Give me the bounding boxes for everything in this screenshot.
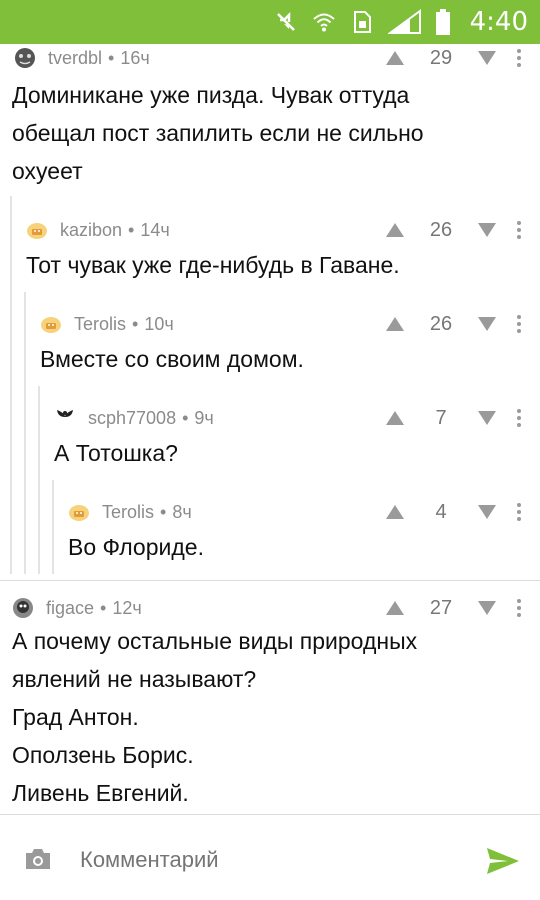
comment-figace[interactable]: figace • 12ч 27 А почему остальные виды … xyxy=(0,594,540,814)
comment-age: 16ч xyxy=(120,47,150,68)
sim-icon xyxy=(350,10,374,34)
downvote-icon[interactable] xyxy=(476,501,498,523)
signal-icon xyxy=(387,9,422,34)
comment-line: Тот чувак уже где-нибудь в Гаване. xyxy=(26,252,400,278)
comment-meta: kazibon • 14ч xyxy=(26,218,170,242)
comment-age: 8ч xyxy=(172,501,192,522)
downvote-icon[interactable] xyxy=(476,47,498,69)
comment-kazibon[interactable]: kazibon • 14ч 26 Тот чувак уже где-нибуд… xyxy=(0,216,540,288)
comment-age: 12ч xyxy=(112,597,142,618)
vote-score: 27 xyxy=(429,596,453,619)
comment-age: 10ч xyxy=(144,313,174,334)
vote-controls: 26 xyxy=(384,218,540,242)
vote-controls: 26 xyxy=(384,312,540,336)
comment-terolis-2[interactable]: Terolis • 8ч 4 Во Флориде. xyxy=(0,498,540,570)
comment-line: охуеет xyxy=(12,158,83,184)
wifi-icon xyxy=(312,10,336,34)
comment-line: Во Флориде. xyxy=(68,534,204,560)
comment-line: Град Антон. xyxy=(12,704,139,730)
more-options-icon[interactable] xyxy=(498,503,540,521)
comment-age: 9ч xyxy=(194,407,214,428)
comment-scph77008[interactable]: scph77008 • 9ч 7 А Тотошка? xyxy=(0,404,540,476)
comment-text: Тот чувак уже где-нибудь в Гаване. xyxy=(26,246,400,284)
comment-line: А Тотошка? xyxy=(54,440,178,466)
comment-text: Доминикане уже пизда. Чувак оттуда обеща… xyxy=(12,76,424,190)
comment-feed[interactable]: tverdbl • 16ч 29 Доминикане уже пизда. Ч… xyxy=(0,44,540,814)
upvote-icon[interactable] xyxy=(384,219,406,241)
comment-meta: scph77008 • 9ч xyxy=(54,406,214,430)
comment-text: Вместе со своим домом. xyxy=(40,340,304,378)
more-options-icon[interactable] xyxy=(498,49,540,67)
comment-meta: Terolis • 8ч xyxy=(68,500,192,524)
send-icon[interactable] xyxy=(486,847,520,875)
comment-line: обещал пост запилить если не сильно xyxy=(12,120,424,146)
more-options-icon[interactable] xyxy=(498,599,540,617)
more-options-icon[interactable] xyxy=(498,315,540,333)
author-name[interactable]: kazibon xyxy=(60,220,122,241)
comment-line: Вместе со своим домом. xyxy=(40,346,304,372)
avatar[interactable] xyxy=(12,597,34,619)
downvote-icon[interactable] xyxy=(476,313,498,335)
comment-meta: tverdbl • 16ч xyxy=(14,46,150,70)
vote-controls: 27 xyxy=(384,596,540,620)
vote-controls: 4 xyxy=(384,500,540,524)
more-options-icon[interactable] xyxy=(498,409,540,427)
battery-icon xyxy=(435,9,450,35)
avatar[interactable] xyxy=(26,219,48,241)
comment-line: явлений не называют? xyxy=(12,666,257,692)
camera-icon[interactable] xyxy=(24,847,52,871)
comment-text: Во Флориде. xyxy=(68,528,204,566)
upvote-icon[interactable] xyxy=(384,407,406,429)
comment-text: А Тотошка? xyxy=(54,434,178,472)
avatar[interactable] xyxy=(14,47,36,69)
comment-line: Доминикане уже пизда. Чувак оттуда xyxy=(12,82,410,108)
upvote-icon[interactable] xyxy=(384,597,406,619)
comment-meta: Terolis • 10ч xyxy=(40,312,174,336)
thread-divider xyxy=(0,580,540,581)
comment-input[interactable] xyxy=(80,843,460,877)
comment-composer xyxy=(0,814,540,900)
author-name[interactable]: Terolis xyxy=(102,502,154,523)
comment-text: А почему остальные виды природных явлени… xyxy=(12,622,417,812)
upvote-icon[interactable] xyxy=(384,47,406,69)
vote-controls: 7 xyxy=(384,406,540,430)
vote-controls: 29 xyxy=(384,46,540,70)
vote-score: 4 xyxy=(435,500,447,523)
vote-score: 7 xyxy=(435,406,447,429)
downvote-icon[interactable] xyxy=(476,407,498,429)
downvote-icon[interactable] xyxy=(476,219,498,241)
clock: 4:40 xyxy=(469,7,528,37)
comment-age: 14ч xyxy=(140,219,170,240)
author-name[interactable]: scph77008 xyxy=(88,408,176,429)
comment-line: Оползень Борис. xyxy=(12,742,194,768)
vote-score: 26 xyxy=(429,312,453,335)
mute-icon xyxy=(274,10,298,34)
vote-score: 26 xyxy=(429,218,453,241)
status-bar: 4:40 xyxy=(0,0,540,44)
comment-meta: figace • 12ч xyxy=(12,596,142,620)
downvote-icon[interactable] xyxy=(476,597,498,619)
upvote-icon[interactable] xyxy=(384,313,406,335)
avatar[interactable] xyxy=(40,313,62,335)
author-name[interactable]: Terolis xyxy=(74,314,126,335)
upvote-icon[interactable] xyxy=(384,501,406,523)
comment-tverdbl[interactable]: tverdbl • 16ч 29 Доминикане уже пизда. Ч… xyxy=(0,44,540,196)
avatar[interactable] xyxy=(54,407,76,429)
more-options-icon[interactable] xyxy=(498,221,540,239)
comment-line: А почему остальные виды природных xyxy=(12,628,418,654)
avatar[interactable] xyxy=(68,501,90,523)
author-name[interactable]: figace xyxy=(46,598,94,619)
comment-line: Ливень Евгений. xyxy=(12,780,189,806)
comment-terolis-1[interactable]: Terolis • 10ч 26 Вместе со своим домом. xyxy=(0,310,540,382)
author-name[interactable]: tverdbl xyxy=(48,48,102,69)
vote-score: 29 xyxy=(429,46,453,69)
